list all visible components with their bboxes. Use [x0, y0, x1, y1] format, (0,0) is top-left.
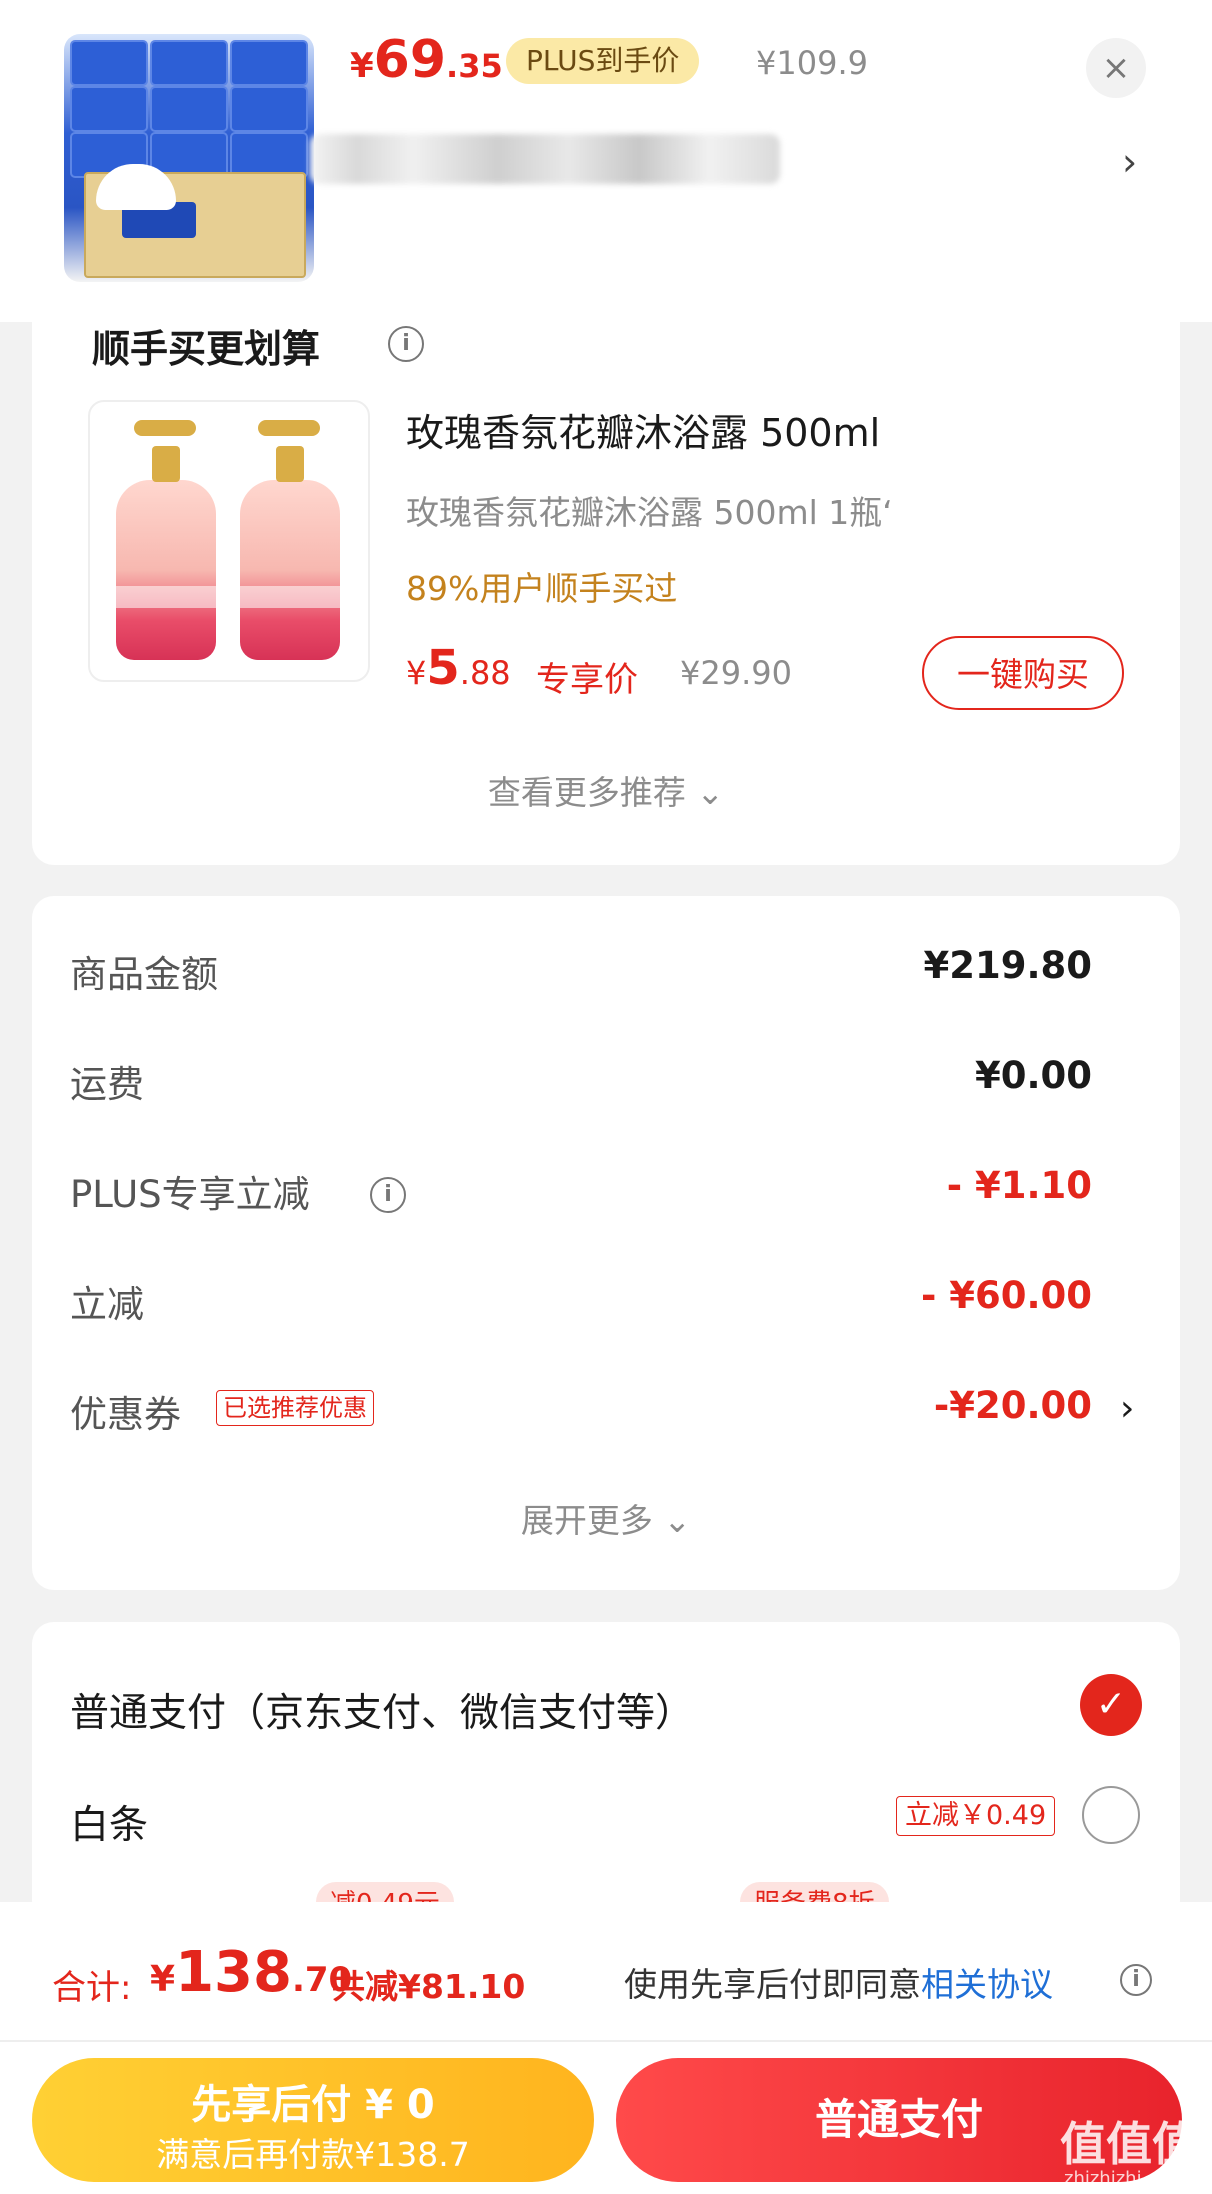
exclusive-price-label: 专享价: [536, 660, 638, 700]
expand-more-link[interactable]: 展开更多 ⌄: [0, 1494, 1212, 1542]
shipping-value: ¥0.00: [974, 1054, 1092, 1097]
pay-later-button[interactable]: 先享后付 ¥ 0 满意后再付款¥138.7: [32, 2058, 594, 2182]
coupon-value[interactable]: -¥20.00: [934, 1384, 1092, 1427]
coupon-tag: 已选推荐优惠: [216, 1390, 374, 1426]
subtotal-label: 商品金额: [70, 953, 218, 996]
recommended-product-image[interactable]: [88, 400, 370, 682]
purchase-stat: 89%用户顺手买过: [406, 569, 678, 608]
coupon-label[interactable]: 优惠券: [70, 1384, 181, 1438]
close-icon[interactable]: ×: [1086, 38, 1146, 98]
recommended-product-name[interactable]: 玫瑰香氛花瓣沐浴露 500ml: [406, 402, 880, 457]
payment-option-baitiao[interactable]: 白条: [70, 1794, 148, 1850]
total-price: ¥138.70: [150, 1940, 353, 2005]
blurred-product-info: [310, 134, 780, 184]
divider: [0, 2040, 1212, 2042]
radio-unchecked-icon[interactable]: [1082, 1786, 1140, 1844]
agreement-text: 使用先享后付即同意相关协议: [624, 1965, 1053, 2004]
section-title: 顺手买更划算: [92, 327, 321, 371]
total-label: 合计:: [52, 1968, 132, 2008]
product-thumbnail[interactable]: [64, 34, 314, 282]
shipping-label: 运费: [70, 1063, 144, 1106]
recommended-product-spec: 玫瑰香氛花瓣沐浴露 500ml 1瓶‘: [406, 493, 893, 532]
agreement-link[interactable]: 相关协议: [921, 1965, 1053, 2004]
plus-price: ¥69.35: [350, 30, 503, 90]
price-summary-card: [32, 896, 1180, 1590]
info-icon[interactable]: i: [388, 326, 424, 362]
baitiao-discount-tag: 立减￥0.49: [896, 1796, 1056, 1836]
plus-price-badge: PLUS到手价: [506, 38, 700, 84]
payment-option-normal[interactable]: 普通支付（京东支付、微信支付等）: [70, 1682, 694, 1738]
payment-method-card: [32, 1622, 1180, 1922]
watermark-url: zhizhizhi.com: [1064, 2168, 1186, 2189]
instant-discount-value: - ¥60.00: [920, 1274, 1092, 1317]
instant-discount-label: 立减: [70, 1283, 144, 1326]
checkmark-icon[interactable]: ✓: [1080, 1674, 1142, 1736]
subtotal-value: ¥219.80: [923, 944, 1092, 987]
plus-discount-label: PLUS专享立减: [70, 1173, 310, 1216]
chevron-right-icon[interactable]: ›: [1122, 140, 1137, 184]
original-price: ¥109.9: [756, 44, 868, 82]
info-icon[interactable]: i: [370, 1177, 406, 1213]
one-click-buy-button[interactable]: 一键购买: [922, 636, 1124, 710]
chevron-right-icon[interactable]: ›: [1120, 1388, 1134, 1429]
total-savings: 共减¥81.10: [332, 1967, 526, 2006]
plus-discount-value: - ¥1.10: [946, 1164, 1092, 1207]
info-icon[interactable]: i: [1120, 1964, 1152, 1996]
recommended-original-price: ¥29.90: [680, 654, 792, 692]
watermark-logo: 值值值: [1060, 2117, 1198, 2171]
more-recommendations-link[interactable]: 查看更多推荐 ⌄: [0, 766, 1212, 814]
recommended-price: ¥5.88: [406, 640, 511, 696]
